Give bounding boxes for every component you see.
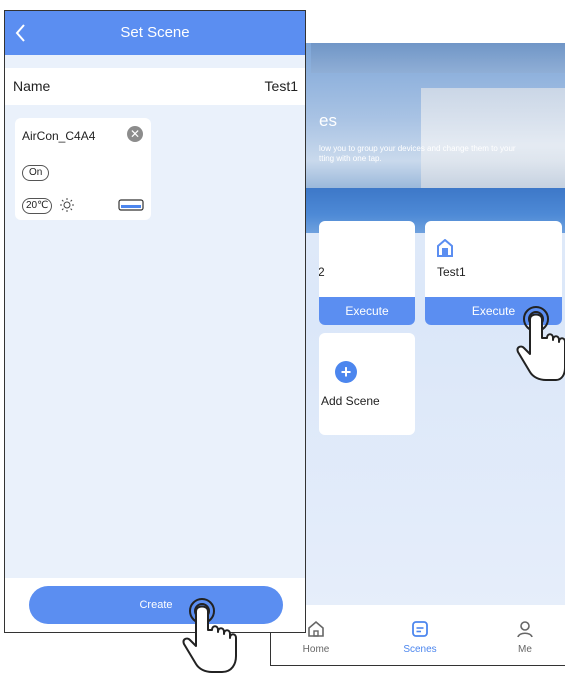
- tab-label: Home: [302, 644, 330, 655]
- home-icon: [437, 239, 453, 257]
- tap-hand-icon: [182, 598, 237, 673]
- scenes-hero-description: low you to group your devices and change…: [319, 144, 516, 163]
- name-label: Name: [13, 78, 51, 94]
- hero-roof-image: [311, 43, 565, 73]
- tab-scenes[interactable]: Scenes: [380, 605, 460, 665]
- scenes-icon: [412, 621, 428, 637]
- execute-button[interactable]: Execute: [319, 297, 415, 325]
- plus-icon: +: [335, 361, 357, 383]
- set-scene-screen: Set Scene Name Test1 AirCon_C4A4 ✕ On 20…: [4, 10, 306, 633]
- page-title: Set Scene: [120, 24, 190, 41]
- person-icon: [517, 621, 533, 638]
- power-status-badge[interactable]: On: [22, 165, 50, 181]
- scenes-hero-banner: [271, 43, 565, 233]
- scene-card[interactable]: 2 Execute: [319, 221, 415, 325]
- device-name: AirCon_C4A4: [22, 129, 96, 143]
- scene-card-name: 2: [319, 265, 325, 279]
- tab-label: Me: [518, 644, 532, 655]
- home-icon: [308, 620, 324, 637]
- tap-hand-icon: [516, 306, 565, 381]
- temperature-badge[interactable]: 20℃: [22, 198, 53, 214]
- create-button[interactable]: Create: [29, 586, 283, 624]
- sun-icon[interactable]: [59, 197, 75, 213]
- bottom-tab-bar: Home Scenes Me: [271, 605, 565, 665]
- scene-card-name: Test1: [437, 265, 466, 279]
- close-icon[interactable]: ✕: [127, 126, 143, 142]
- name-value[interactable]: Test1: [265, 78, 298, 94]
- tab-me[interactable]: Me: [485, 605, 565, 665]
- add-scene-card[interactable]: + Add Scene: [319, 333, 415, 435]
- add-scene-label: Add Scene: [321, 394, 380, 408]
- app-header: Set Scene: [5, 11, 305, 55]
- scenes-hero-title: es: [319, 111, 337, 130]
- aircon-unit-icon[interactable]: [118, 199, 144, 211]
- scene-name-row[interactable]: Name Test1: [5, 68, 305, 105]
- tab-label: Scenes: [403, 644, 437, 655]
- bottom-action-bar: Create: [5, 578, 305, 632]
- device-card[interactable]: AirCon_C4A4 ✕ On 20℃: [15, 118, 151, 220]
